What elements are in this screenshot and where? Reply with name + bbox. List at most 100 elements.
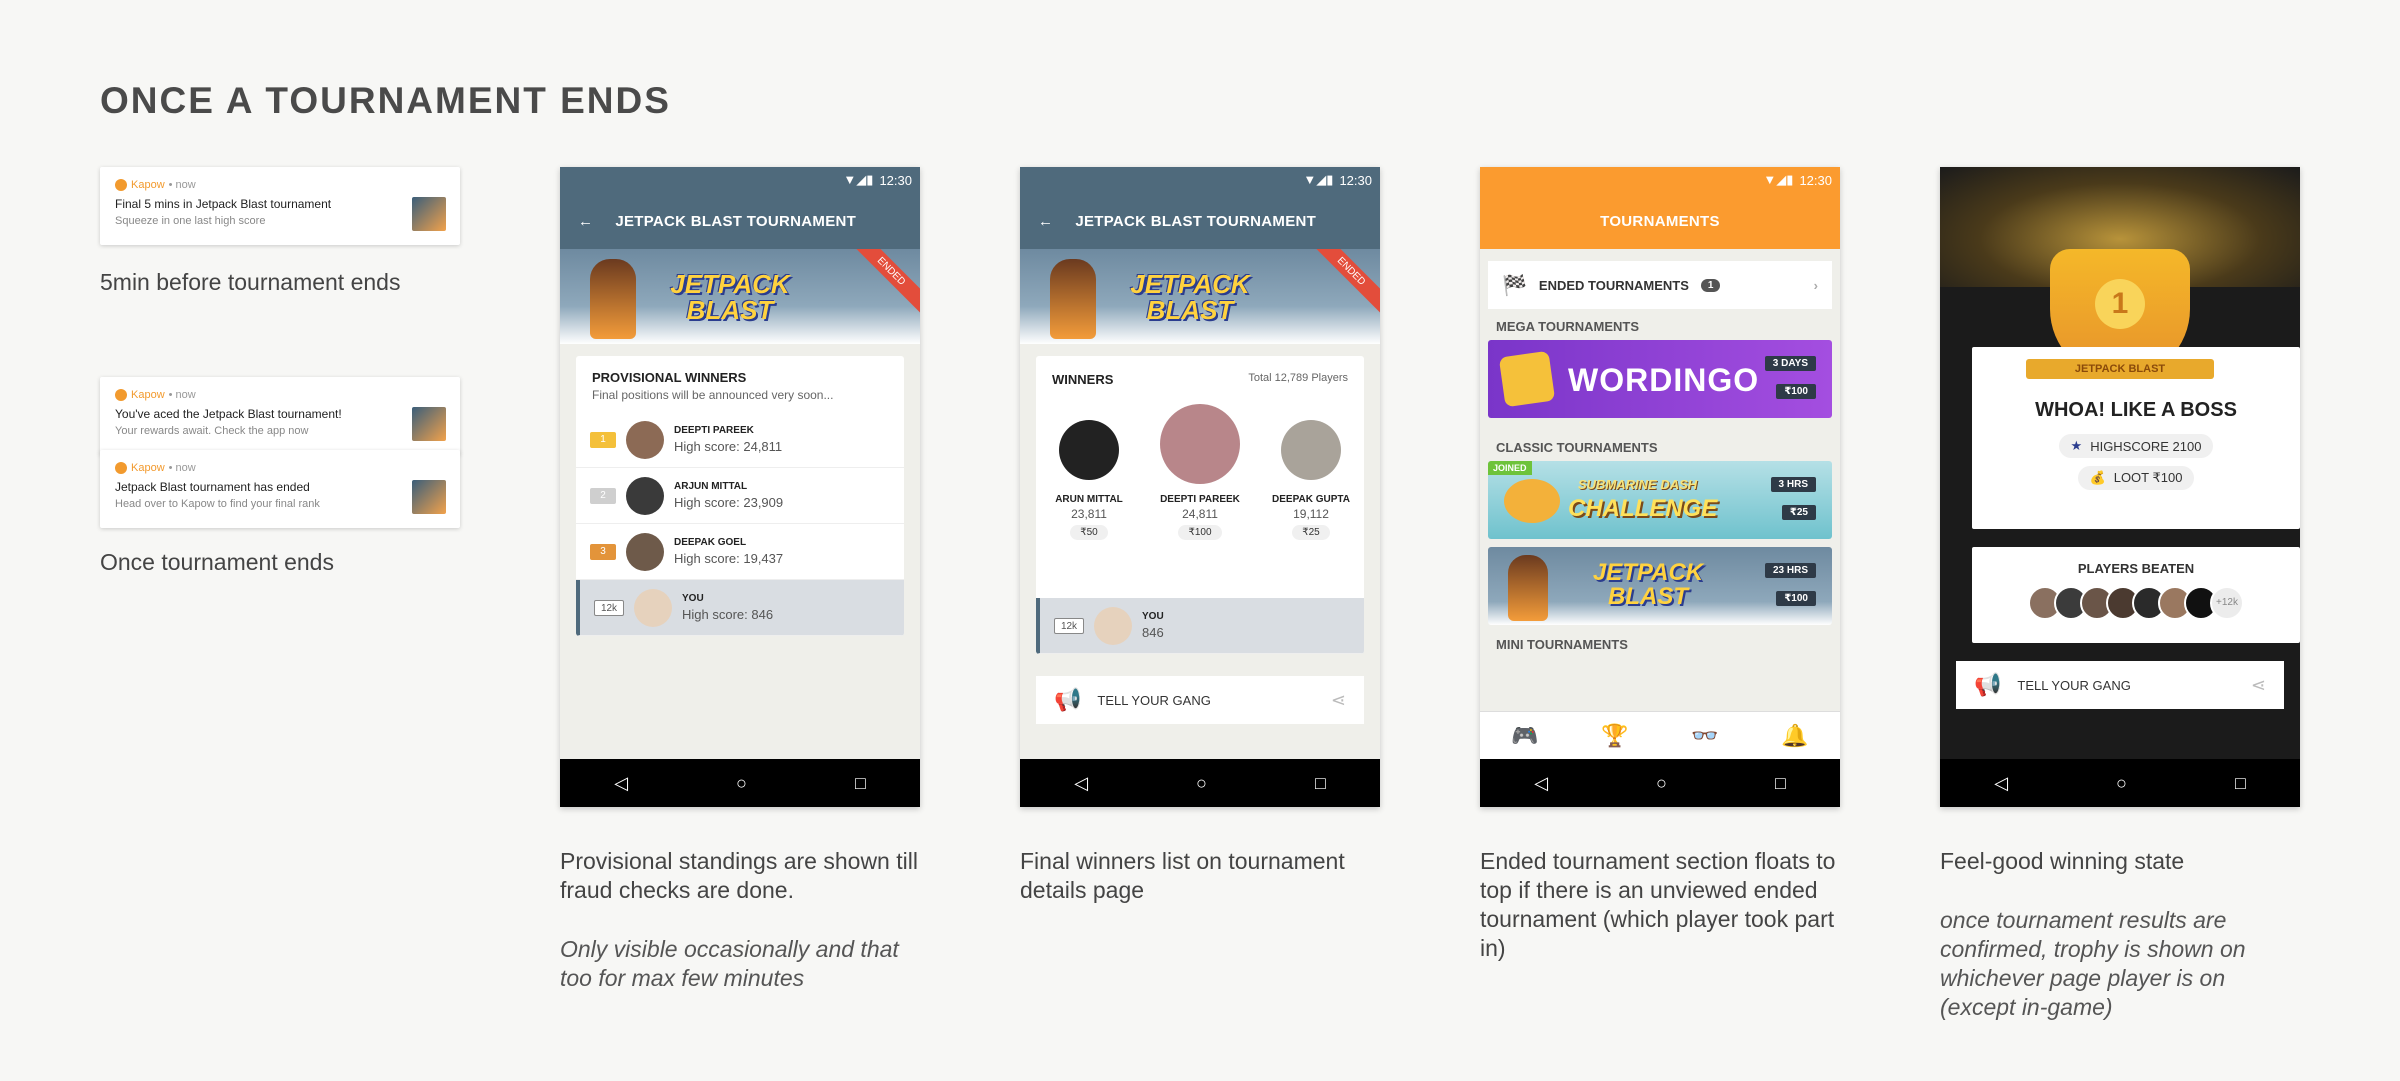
signal-icon: ▼◢▮ bbox=[843, 172, 874, 187]
ended-ribbon: ENDED bbox=[846, 249, 920, 317]
star-icon: ★ bbox=[2070, 438, 2083, 453]
back-arrow-icon[interactable]: ← bbox=[578, 213, 593, 230]
win-headline: WHOA! LIKE A BOSS bbox=[2035, 399, 2237, 421]
back-nav-icon[interactable]: ◁ bbox=[1074, 773, 1088, 794]
players-beaten-title: PLAYERS BEATEN bbox=[2077, 561, 2195, 576]
back-nav-icon[interactable]: ◁ bbox=[614, 773, 628, 794]
screen-final-winners: ▼◢▮ 12:30 ← JETPACK BLAST TOURNAMENT JETPA… bbox=[1020, 167, 1380, 807]
loot-text: LOOT ₹100 bbox=[2113, 470, 2183, 485]
bell-tab-icon[interactable]: 🔔 bbox=[1781, 723, 1808, 749]
notif-title: Jetpack Blast tournament has ended bbox=[115, 480, 310, 494]
winner-row[interactable]: 3 DEEPAK GOEL High score: 19,437 bbox=[576, 524, 904, 580]
checkered-flag-icon: 🏁 bbox=[1502, 274, 1527, 297]
recents-nav-icon[interactable]: □ bbox=[1775, 773, 1786, 794]
share-icon[interactable]: ⋖ bbox=[1331, 690, 1346, 711]
section-mega: MEGA TOURNAMENTS bbox=[1496, 319, 1639, 334]
app-bar: TOURNAMENTS bbox=[1480, 193, 1840, 249]
card-subtitle: Final positions will be announced very s… bbox=[592, 388, 834, 402]
recents-nav-icon[interactable]: □ bbox=[1315, 773, 1326, 794]
highscore-text: HIGHSCORE 2100 bbox=[2090, 438, 2202, 454]
app-bar: ← JETPACK BLAST TOURNAMENT bbox=[560, 193, 920, 249]
home-nav-icon[interactable]: ○ bbox=[1196, 773, 1207, 794]
ended-ribbon: ENDED bbox=[1306, 249, 1380, 317]
status-bar: ▼◢▮ 12:30 bbox=[1020, 167, 1380, 193]
trophy-rank: 1 bbox=[2095, 279, 2145, 329]
winner-row[interactable]: 2 ARJUN MITTAL High score: 23,909 bbox=[576, 468, 904, 524]
caption-once-ends: Once tournament ends bbox=[100, 549, 334, 575]
back-nav-icon[interactable]: ◁ bbox=[1994, 773, 2008, 794]
hero-character bbox=[1508, 555, 1548, 621]
home-nav-icon[interactable]: ○ bbox=[736, 773, 747, 794]
notif-subtitle: Squeeze in one last high score bbox=[115, 215, 266, 227]
podium-second[interactable]: ARUN MITTAL 23,811 ₹50 bbox=[1039, 420, 1139, 540]
notification-aced[interactable]: Kapow • now You've aced the Jetpack Blast… bbox=[100, 377, 460, 455]
player-score: High score: 24,811 bbox=[674, 439, 783, 454]
notification-ended[interactable]: Kapow • now Jetpack Blast tournament has … bbox=[100, 450, 460, 528]
prize-pill: ₹25 bbox=[1781, 505, 1816, 520]
home-nav-icon[interactable]: ○ bbox=[2116, 773, 2127, 794]
tell-your-gang-button[interactable]: 📢 TELL YOUR GANG ⋖ bbox=[1956, 661, 2284, 709]
notification-final-5-min[interactable]: Kapow • now Final 5 mins in Jetpack Blast… bbox=[100, 167, 460, 245]
avatar bbox=[1160, 404, 1240, 484]
trophy-tab-icon[interactable]: 🏆 bbox=[1601, 723, 1628, 749]
ended-tournaments-row[interactable]: 🏁 ENDED TOURNAMENTS 1 › bbox=[1488, 261, 1832, 309]
share-icon[interactable]: ⋖ bbox=[2251, 675, 2266, 696]
caption-5min: 5min before tournament ends bbox=[100, 269, 401, 295]
total-players: Total 12,789 Players bbox=[1248, 372, 1348, 384]
games-tab-icon[interactable]: 🎮 bbox=[1511, 723, 1538, 749]
notif-subtitle: Head over to Kapow to find your final ra… bbox=[115, 498, 320, 510]
bottom-tab-bar: 🎮 🏆 👓 🔔 bbox=[1480, 711, 1840, 759]
ended-count-badge: 1 bbox=[1700, 278, 1721, 292]
screen-tournaments: ▼◢▮ 12:30 TOURNAMENTS 🏁 ENDED TOURNAMENTS… bbox=[1480, 167, 1840, 807]
player-name: YOU bbox=[682, 593, 704, 604]
avatar bbox=[626, 420, 664, 459]
you-row[interactable]: 12k YOU 846 bbox=[1036, 598, 1364, 654]
game-banner: JETPACK BLAST ENDED bbox=[1020, 249, 1380, 344]
caption-provisional: Provisional standings are shown till fra… bbox=[560, 848, 918, 903]
back-nav-icon[interactable]: ◁ bbox=[1534, 773, 1548, 794]
jetpack-card[interactable]: JETPACK BLAST 23 HRS ₹100 bbox=[1488, 547, 1832, 625]
back-arrow-icon[interactable]: ← bbox=[1038, 213, 1053, 230]
notif-time: • now bbox=[168, 179, 196, 191]
profile-tab-icon[interactable]: 👓 bbox=[1691, 723, 1718, 749]
recents-nav-icon[interactable]: □ bbox=[2235, 773, 2246, 794]
winner-row[interactable]: 1 DEEPTI PAREEK High score: 24,811 bbox=[576, 412, 904, 468]
avatar bbox=[1281, 420, 1341, 480]
card-title: PROVISIONAL WINNERS bbox=[592, 370, 747, 385]
app-bar-title: TOURNAMENTS bbox=[1600, 212, 1720, 230]
time-pill: 3 DAYS bbox=[1764, 356, 1816, 371]
you-row[interactable]: 12k YOU High score: 846 bbox=[576, 580, 904, 636]
notif-subtitle: Your rewards await. Check the app now bbox=[115, 425, 309, 437]
money-bag-icon: 💰 bbox=[2089, 470, 2106, 485]
signal-icon: ▼◢▮ bbox=[1763, 172, 1794, 187]
highscore-pill: ★ HIGHSCORE 2100 bbox=[2058, 434, 2214, 458]
recents-nav-icon[interactable]: □ bbox=[855, 773, 866, 794]
ended-label: ENDED TOURNAMENTS bbox=[1538, 277, 1689, 293]
prize-pill: ₹100 bbox=[1776, 591, 1816, 606]
app-bar-title: JETPACK BLAST TOURNAMENT bbox=[1075, 212, 1317, 230]
rank-badge: 12k bbox=[1054, 617, 1084, 634]
prize-pill: ₹25 bbox=[1292, 525, 1330, 540]
submarine-card[interactable]: JOINED SUBMARINE DASH CHALLENGE 3 HRS ₹2… bbox=[1488, 461, 1832, 539]
status-bar: ▼◢▮ 12:30 bbox=[560, 167, 920, 193]
canvas: { "page_title": "ONCE A TOURNAMENT ENDS"… bbox=[0, 0, 2400, 1081]
jetpack-thumbnail bbox=[412, 407, 446, 441]
game-logo: JETPACK BLAST bbox=[1592, 559, 1704, 610]
player-score: High score: 846 bbox=[682, 607, 774, 622]
notif-title: You've aced the Jetpack Blast tournament… bbox=[115, 407, 342, 421]
game-logo: JETPACK BLAST bbox=[670, 269, 790, 325]
provisional-card: PROVISIONAL WINNERS Final positions will… bbox=[576, 356, 904, 636]
podium-first[interactable]: DEEPTI PAREEK 24,811 ₹100 bbox=[1145, 404, 1255, 540]
card-title: WINNERS bbox=[1052, 372, 1114, 387]
system-nav-bar: ◁ ○ □ bbox=[1020, 759, 1380, 807]
podium-third[interactable]: DEEPAK GUPTA 19,112 ₹25 bbox=[1261, 420, 1361, 540]
home-nav-icon[interactable]: ○ bbox=[1656, 773, 1667, 794]
notif-title: Final 5 mins in Jetpack Blast tournament bbox=[115, 197, 332, 211]
player-score: 846 bbox=[1142, 625, 1164, 640]
note-provisional: Only visible occasionally and that too f… bbox=[560, 936, 899, 991]
player-name: ARJUN MITTAL bbox=[674, 481, 748, 492]
tell-label: TELL YOUR GANG bbox=[1097, 692, 1211, 708]
wordingo-card[interactable]: WORDINGO 3 DAYS ₹100 bbox=[1488, 340, 1832, 418]
tell-your-gang-button[interactable]: 📢 TELL YOUR GANG ⋖ bbox=[1036, 676, 1364, 724]
chevron-right-icon: › bbox=[1813, 277, 1818, 293]
